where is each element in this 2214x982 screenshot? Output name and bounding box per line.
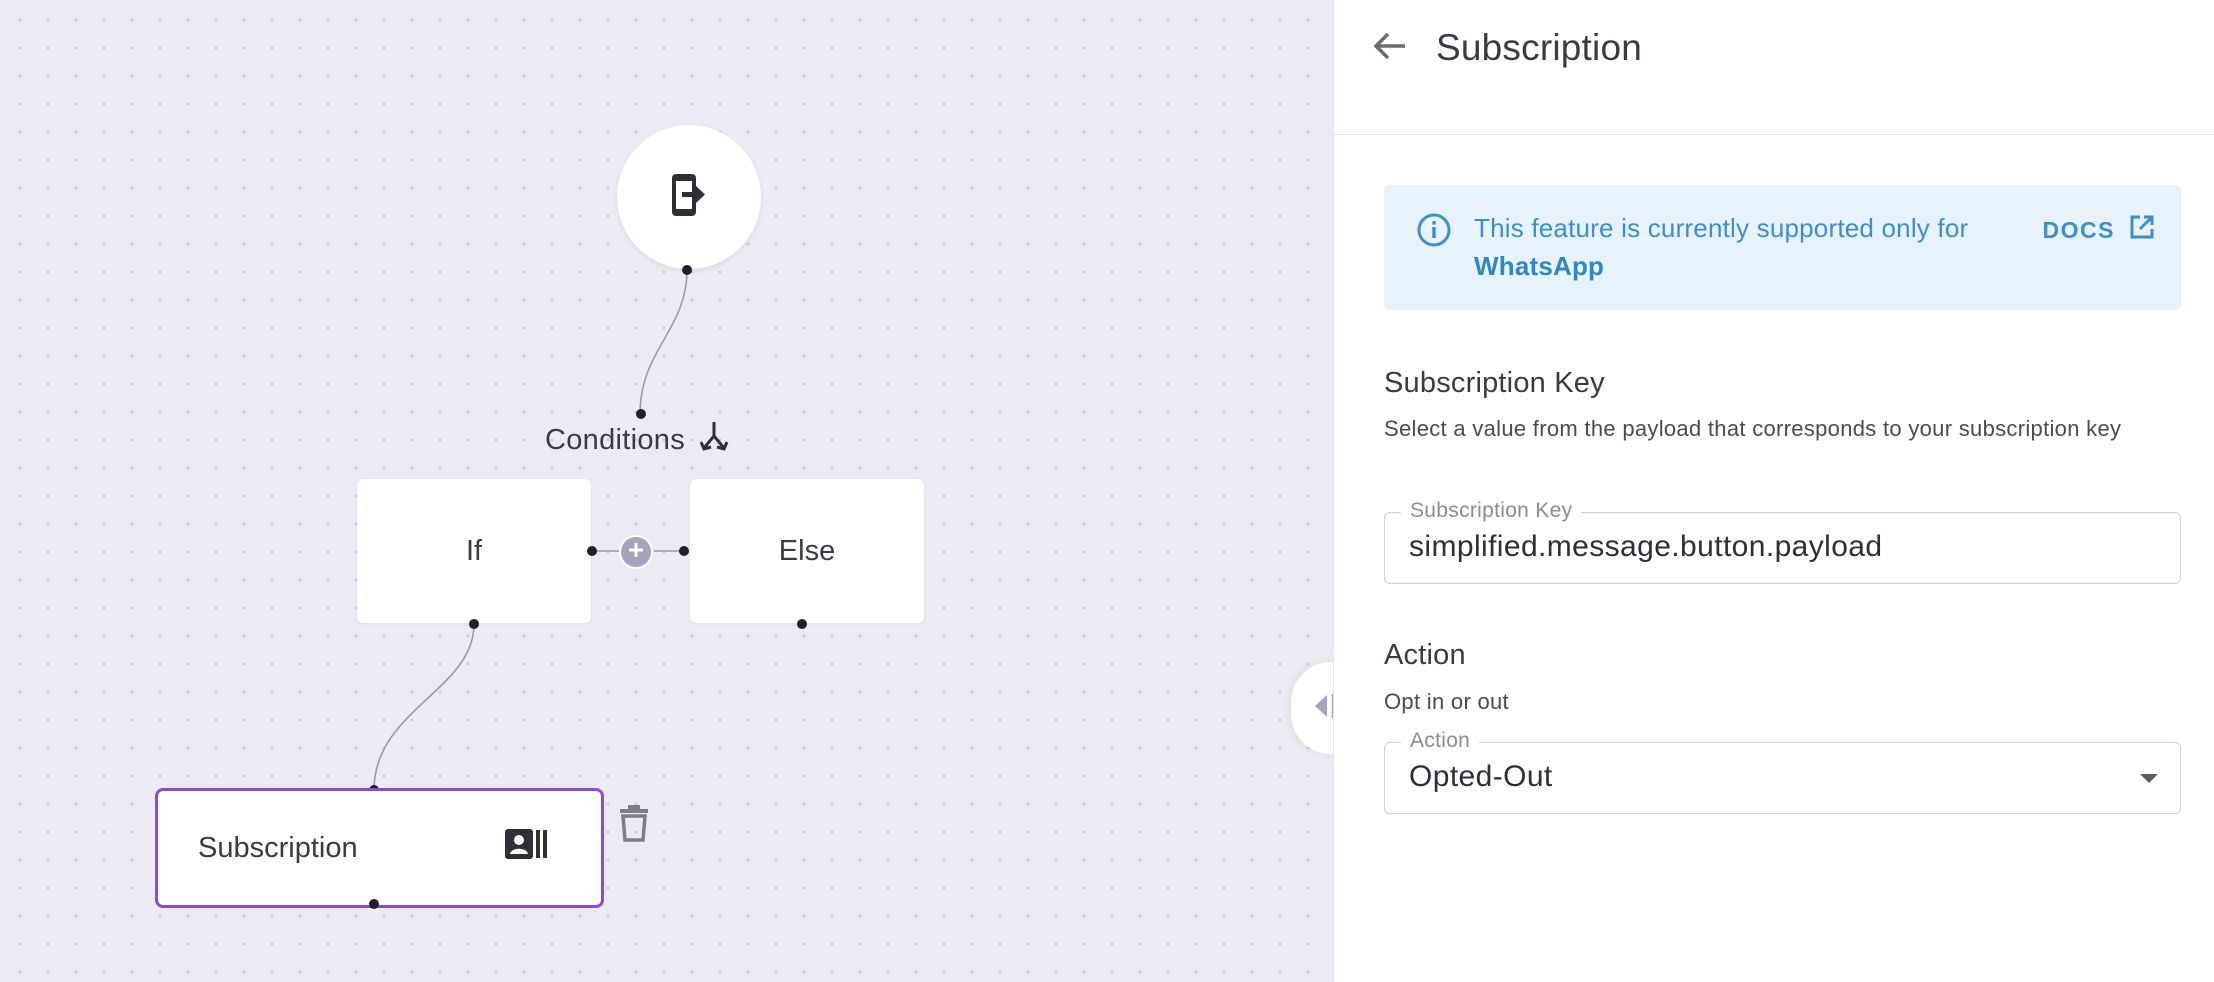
start-output-port[interactable]: [682, 265, 692, 275]
if-branch-label: If: [465, 534, 483, 567]
subscription-key-field-label: Subscription Key: [1401, 499, 1582, 523]
info-message: This feature is currently supported only…: [1474, 209, 1994, 285]
add-branch-button[interactable]: [619, 535, 653, 569]
split-arrows-icon: [699, 420, 729, 460]
chevron-down-icon[interactable]: [2140, 774, 2158, 783]
if-branch-node[interactable]: If: [357, 479, 591, 623]
panel-header: Subscription: [1334, 0, 2214, 135]
info-highlight: WhatsApp: [1474, 251, 1605, 281]
subscription-node[interactable]: Subscription: [155, 788, 604, 908]
action-select[interactable]: Action Opted-Out: [1384, 729, 2181, 814]
external-link-icon: [2129, 214, 2155, 246]
action-description: Opt in or out: [1384, 689, 1509, 714]
conditions-label: Conditions: [545, 420, 729, 460]
subscription-settings-panel: Subscription This feature is currently s…: [1334, 0, 2214, 982]
contact-card-icon: [505, 829, 547, 867]
info-message-text: This feature is currently supported only…: [1474, 213, 1969, 243]
conditions-label-text: Conditions: [545, 423, 686, 456]
else-output-port[interactable]: [797, 619, 807, 629]
else-branch-label: Else: [778, 534, 836, 567]
workflow-canvas[interactable]: Conditions If Else Subscription: [0, 0, 1334, 982]
subscription-key-description: Select a value from the payload that cor…: [1384, 416, 2122, 441]
subscription-key-field[interactable]: Subscription Key simplified.message.butt…: [1384, 499, 2181, 584]
subscription-key-title: Subscription Key: [1384, 367, 1605, 399]
conditions-input-port[interactable]: [636, 409, 646, 419]
subscription-key-value[interactable]: simplified.message.button.payload: [1409, 530, 1882, 564]
back-button[interactable]: [1366, 30, 1414, 66]
plus-icon: [627, 541, 645, 564]
panel-title: Subscription: [1436, 27, 1643, 68]
else-left-port[interactable]: [679, 546, 689, 556]
info-alert: This feature is currently supported only…: [1384, 185, 2181, 310]
action-field-label: Action: [1401, 729, 1480, 753]
docs-link[interactable]: DOCS: [2043, 214, 2155, 246]
subscription-node-label: Subscription: [198, 831, 358, 864]
if-output-port[interactable]: [469, 619, 479, 629]
start-node[interactable]: [617, 125, 761, 269]
exit-app-icon: [670, 172, 708, 223]
arrow-left-icon: [1373, 31, 1407, 66]
trash-icon: [618, 805, 650, 846]
action-selected-value: Opted-Out: [1409, 760, 1553, 793]
subscription-output-port[interactable]: [369, 899, 379, 909]
docs-link-label: DOCS: [2042, 216, 2115, 243]
delete-node-button[interactable]: [618, 804, 650, 844]
info-icon: [1416, 212, 1452, 253]
if-right-port[interactable]: [587, 546, 597, 556]
else-branch-node[interactable]: Else: [690, 479, 924, 623]
action-title: Action: [1384, 639, 1466, 671]
